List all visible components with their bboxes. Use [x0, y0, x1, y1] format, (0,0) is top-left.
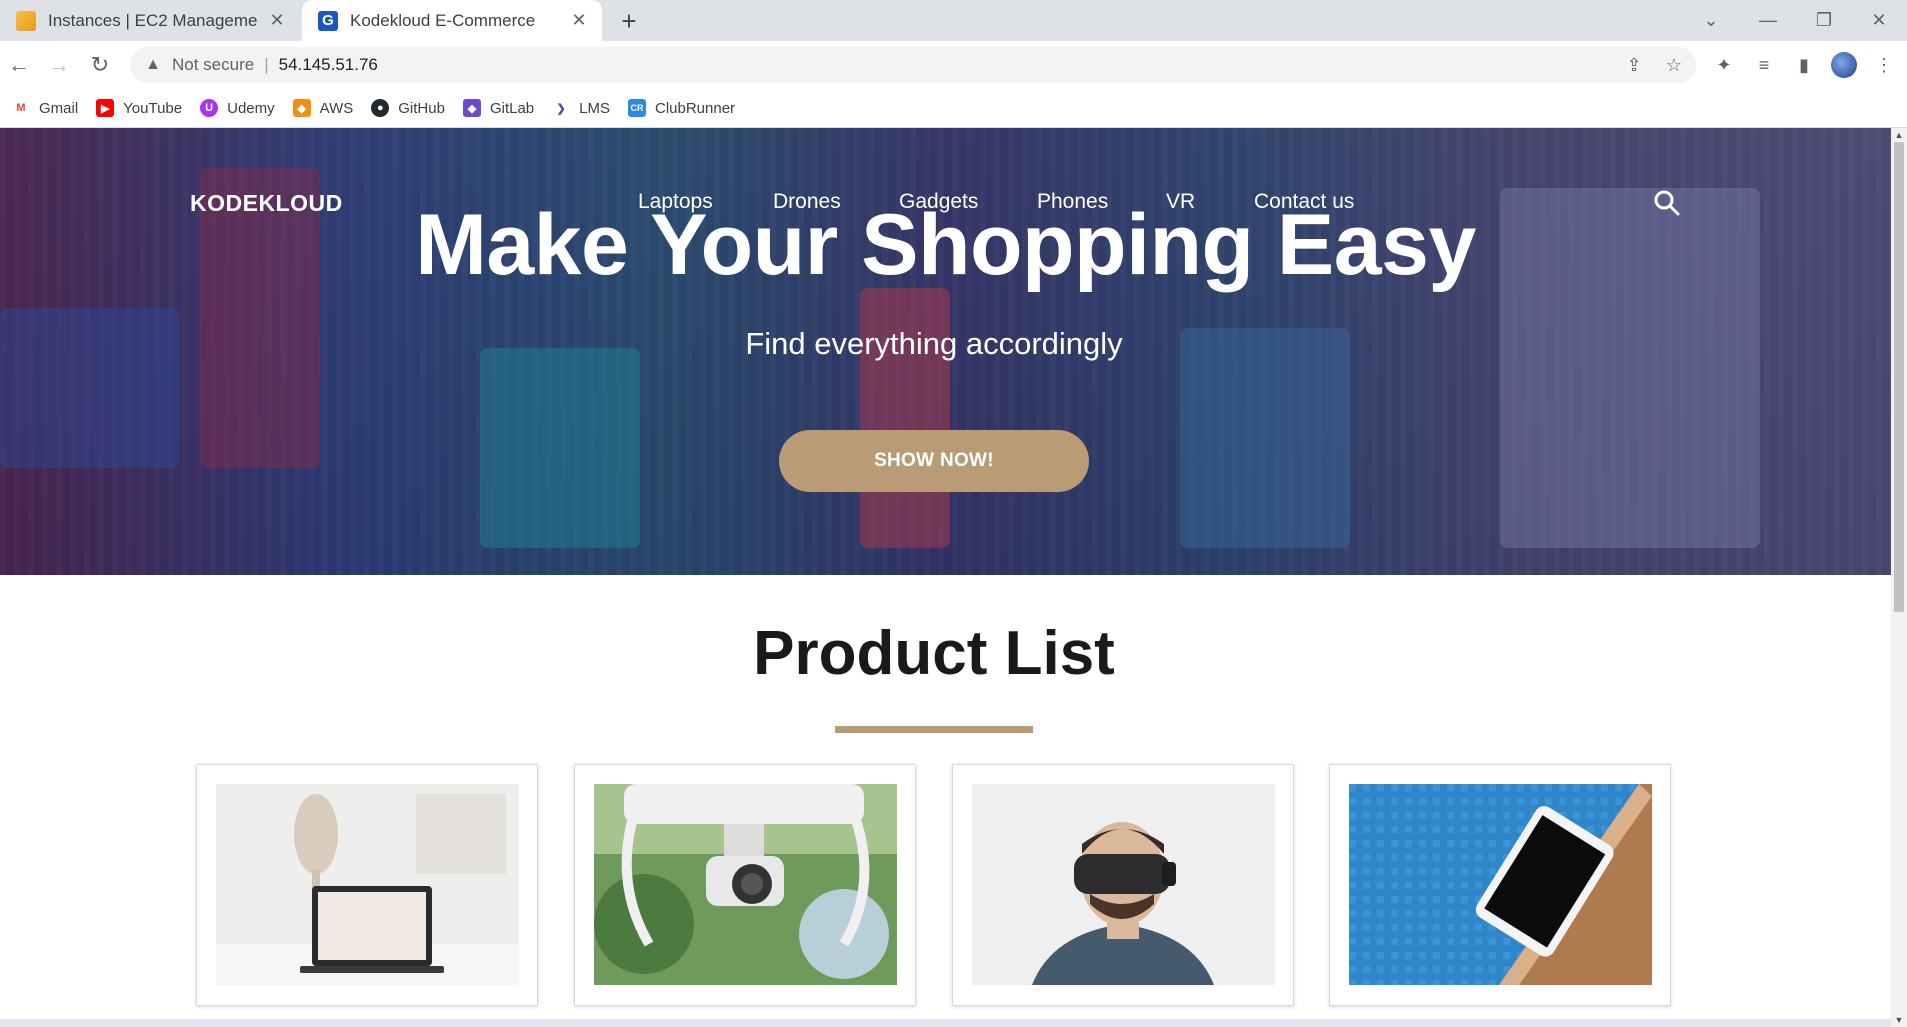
- profile-avatar[interactable]: [1827, 48, 1861, 82]
- aws-favicon-icon: [16, 10, 36, 31]
- bookmark-label: AWS: [319, 99, 354, 117]
- browser-toolbar: ← → ↻ ▲ Not secure | 54.145.51.76 ⇪ ☆ ✦ …: [0, 41, 1907, 89]
- new-tab-button[interactable]: +: [614, 6, 644, 36]
- reload-icon[interactable]: ↻: [83, 48, 117, 82]
- page-viewport: KODEKLOUD Laptops Drones Gadgets Phones …: [0, 128, 1891, 1027]
- bookmark-label: GitHub: [398, 99, 445, 117]
- bookmark-label: Udemy: [227, 99, 275, 117]
- bookmark-udemy[interactable]: U Udemy: [200, 99, 275, 117]
- gmail-icon: M: [12, 99, 30, 117]
- tab-strip: Instances | EC2 Management Con ✕ G Kodek…: [0, 0, 1907, 41]
- scroll-down-icon[interactable]: ▼: [1891, 1013, 1907, 1027]
- address-separator: |: [264, 55, 269, 74]
- drone-image[interactable]: [594, 784, 897, 985]
- tab-search-chevron-down-icon[interactable]: ⌄: [1683, 0, 1739, 41]
- media-queue-icon[interactable]: ≡: [1747, 48, 1781, 82]
- product-card-vr-headset[interactable]: [952, 764, 1294, 1006]
- bookmark-label: GitLab: [489, 99, 535, 117]
- hero-decor: [480, 348, 640, 548]
- show-now-button[interactable]: SHOW NOW!: [779, 430, 1089, 492]
- bookmark-github[interactable]: ● GitHub: [371, 99, 445, 117]
- minimize-icon[interactable]: —: [1740, 0, 1796, 41]
- product-list-title: Product List: [753, 619, 1115, 688]
- bookmark-gmail[interactable]: M Gmail: [12, 99, 78, 117]
- scrollbar-thumb[interactable]: [1894, 142, 1904, 612]
- share-icon[interactable]: ⇪: [1616, 47, 1652, 83]
- github-icon: ●: [371, 99, 390, 117]
- bookmark-youtube[interactable]: ▶ YouTube: [96, 99, 182, 117]
- title-underline: [835, 726, 1033, 733]
- clubrunner-icon: CR: [628, 99, 646, 117]
- close-tab-icon[interactable]: ✕: [264, 8, 290, 34]
- warning-triangle-icon[interactable]: ▲: [142, 54, 164, 76]
- aws-icon: ◆: [292, 99, 311, 117]
- hero-subtitle: Find everything accordingly: [745, 326, 1123, 361]
- restore-icon[interactable]: ❐: [1796, 0, 1852, 41]
- bookmark-star-icon[interactable]: ☆: [1656, 47, 1692, 83]
- tab-title: Instances | EC2 Management Con: [48, 10, 258, 30]
- product-card-tablet[interactable]: [1329, 764, 1671, 1006]
- youtube-icon: ▶: [96, 99, 115, 117]
- close-tab-icon[interactable]: ✕: [566, 8, 592, 34]
- hero-title: Make Your Shopping Easy: [415, 197, 1476, 293]
- url-text[interactable]: 54.145.51.76: [279, 55, 378, 75]
- bookmark-gitlab[interactable]: ◆ GitLab: [462, 99, 535, 117]
- bookmark-label: LMS: [579, 99, 610, 117]
- laptop-image[interactable]: [216, 784, 519, 985]
- tab-kodekloud-ecommerce[interactable]: G Kodekloud E-Commerce ✕: [302, 0, 602, 41]
- lms-icon: ❯: [552, 99, 571, 117]
- tab-title: Kodekloud E-Commerce: [350, 10, 536, 30]
- close-window-icon[interactable]: ✕: [1851, 0, 1907, 41]
- bookmark-clubrunner[interactable]: CR ClubRunner: [628, 99, 735, 117]
- bookmark-lms[interactable]: ❯ LMS: [552, 99, 610, 117]
- page-scrollbar[interactable]: ▲ ▼: [1891, 128, 1907, 1027]
- more-menu-icon[interactable]: ⋮: [1867, 48, 1901, 82]
- gitlab-icon: ◆: [462, 99, 481, 117]
- scroll-up-icon[interactable]: ▲: [1891, 128, 1907, 142]
- address-bar[interactable]: ▲ Not secure | 54.145.51.76 ⇪ ☆: [130, 47, 1696, 83]
- bookmark-aws[interactable]: ◆ AWS: [292, 99, 354, 117]
- site-favicon-icon: G: [318, 10, 338, 31]
- bottom-edge: [0, 1019, 1891, 1027]
- side-panel-icon[interactable]: ▮: [1787, 48, 1821, 82]
- extensions-puzzle-icon[interactable]: ✦: [1707, 48, 1741, 82]
- back-arrow-icon[interactable]: ←: [2, 48, 36, 82]
- udemy-icon: U: [200, 99, 219, 117]
- tablet-image[interactable]: [1349, 784, 1652, 985]
- bookmarks-bar: M Gmail ▶ YouTube U Udemy ◆ AWS ● GitHub…: [0, 89, 1907, 128]
- product-card-drone[interactable]: [574, 764, 916, 1006]
- forward-arrow-icon[interactable]: →: [42, 48, 76, 82]
- product-card-laptop[interactable]: [196, 764, 538, 1006]
- tab-ec2-instances[interactable]: Instances | EC2 Management Con ✕: [0, 0, 300, 41]
- bookmark-label: ClubRunner: [655, 99, 736, 117]
- hero-banner: KODEKLOUD Laptops Drones Gadgets Phones …: [0, 128, 1891, 575]
- not-secure-label[interactable]: Not secure: [172, 55, 254, 75]
- bookmark-label: Gmail: [39, 99, 79, 117]
- vr-headset-image[interactable]: [972, 784, 1275, 985]
- bookmark-label: YouTube: [123, 99, 183, 117]
